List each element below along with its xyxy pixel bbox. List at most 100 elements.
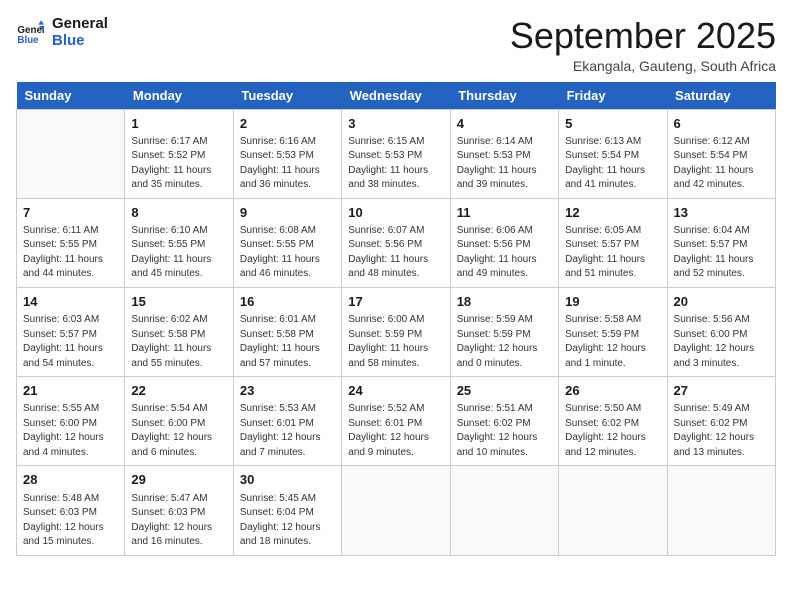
day-number: 3	[348, 115, 443, 133]
calendar-header: SundayMondayTuesdayWednesdayThursdayFrid…	[17, 82, 776, 110]
header-day-thursday: Thursday	[450, 82, 558, 110]
calendar-cell	[17, 109, 125, 198]
calendar-cell: 7 Sunrise: 6:11 AMSunset: 5:55 PMDaylight…	[17, 198, 125, 287]
day-info: Sunrise: 6:01 AMSunset: 5:58 PMDaylight:…	[240, 313, 335, 371]
day-number: 15	[131, 293, 226, 311]
day-number: 14	[23, 293, 118, 311]
day-info: Sunrise: 6:12 AMSunset: 5:54 PMDaylight:…	[674, 135, 769, 193]
day-number: 24	[348, 382, 443, 400]
day-number: 11	[457, 204, 552, 222]
day-info: Sunrise: 6:13 AMSunset: 5:54 PMDaylight:…	[565, 135, 660, 193]
day-info: Sunrise: 6:10 AMSunset: 5:55 PMDaylight:…	[131, 224, 226, 282]
day-info: Sunrise: 6:07 AMSunset: 5:56 PMDaylight:…	[348, 224, 443, 282]
calendar-cell: 23Sunrise: 5:53 AMSunset: 6:01 PMDayligh…	[233, 377, 341, 466]
calendar-cell: 8 Sunrise: 6:10 AMSunset: 5:55 PMDaylight…	[125, 198, 233, 287]
day-number: 21	[23, 382, 118, 400]
location-subtitle: Ekangala, Gauteng, South Africa	[510, 58, 776, 74]
day-info: Sunrise: 5:47 AMSunset: 6:03 PMDaylight:…	[131, 492, 226, 550]
header-row: SundayMondayTuesdayWednesdayThursdayFrid…	[17, 82, 776, 110]
day-number: 6	[674, 115, 769, 133]
page-header: General Blue General Blue September 2025…	[16, 16, 776, 74]
day-number: 26	[565, 382, 660, 400]
day-info: Sunrise: 6:14 AMSunset: 5:53 PMDaylight:…	[457, 135, 552, 193]
calendar-cell	[559, 466, 667, 555]
calendar-cell: 30 Sunrise: 5:45 AMSunset: 6:04 PMDayligh…	[233, 466, 341, 555]
day-info: Sunrise: 5:58 AMSunset: 5:59 PMDaylight:…	[565, 313, 660, 371]
calendar-cell: 20 Sunrise: 5:56 AMSunset: 6:00 PMDayligh…	[667, 287, 775, 376]
header-day-wednesday: Wednesday	[342, 82, 450, 110]
day-number: 8	[131, 204, 226, 222]
day-number: 20	[674, 293, 769, 311]
title-block: September 2025 Ekangala, Gauteng, South …	[510, 16, 776, 74]
calendar-cell: 9Sunrise: 6:08 AMSunset: 5:55 PMDaylight…	[233, 198, 341, 287]
calendar-table: SundayMondayTuesdayWednesdayThursdayFrid…	[16, 82, 776, 556]
calendar-cell: 13Sunrise: 6:04 AMSunset: 5:57 PMDayligh…	[667, 198, 775, 287]
calendar-cell: 6 Sunrise: 6:12 AMSunset: 5:54 PMDaylight…	[667, 109, 775, 198]
calendar-cell	[667, 466, 775, 555]
calendar-cell: 3 Sunrise: 6:15 AMSunset: 5:53 PMDaylight…	[342, 109, 450, 198]
calendar-cell: 28 Sunrise: 5:48 AMSunset: 6:03 PMDayligh…	[17, 466, 125, 555]
calendar-cell: 16 Sunrise: 6:01 AMSunset: 5:58 PMDayligh…	[233, 287, 341, 376]
day-info: Sunrise: 5:53 AMSunset: 6:01 PMDaylight:…	[240, 402, 335, 460]
calendar-cell: 4 Sunrise: 6:14 AMSunset: 5:53 PMDaylight…	[450, 109, 558, 198]
calendar-cell	[342, 466, 450, 555]
calendar-cell: 2 Sunrise: 6:16 AMSunset: 5:53 PMDaylight…	[233, 109, 341, 198]
day-number: 1	[131, 115, 226, 133]
day-info: Sunrise: 5:45 AMSunset: 6:04 PMDaylight:…	[240, 492, 335, 550]
logo-general: General	[52, 16, 108, 33]
day-info: Sunrise: 6:04 AMSunset: 5:57 PMDaylight:…	[674, 224, 769, 282]
day-info: Sunrise: 5:56 AMSunset: 6:00 PMDaylight:…	[674, 313, 769, 371]
calendar-cell: 24Sunrise: 5:52 AMSunset: 6:01 PMDayligh…	[342, 377, 450, 466]
day-info: Sunrise: 6:02 AMSunset: 5:58 PMDaylight:…	[131, 313, 226, 371]
logo-blue: Blue	[52, 33, 108, 50]
day-info: Sunrise: 6:08 AMSunset: 5:55 PMDaylight:…	[240, 224, 335, 282]
day-number: 2	[240, 115, 335, 133]
calendar-cell: 5 Sunrise: 6:13 AMSunset: 5:54 PMDaylight…	[559, 109, 667, 198]
day-info: Sunrise: 6:00 AMSunset: 5:59 PMDaylight:…	[348, 313, 443, 371]
calendar-cell: 25Sunrise: 5:51 AMSunset: 6:02 PMDayligh…	[450, 377, 558, 466]
day-info: Sunrise: 6:15 AMSunset: 5:53 PMDaylight:…	[348, 135, 443, 193]
day-number: 25	[457, 382, 552, 400]
day-number: 29	[131, 471, 226, 489]
day-info: Sunrise: 6:05 AMSunset: 5:57 PMDaylight:…	[565, 224, 660, 282]
day-number: 10	[348, 204, 443, 222]
day-number: 18	[457, 293, 552, 311]
week-row-1: 1 Sunrise: 6:17 AMSunset: 5:52 PMDaylight…	[17, 109, 776, 198]
day-number: 22	[131, 382, 226, 400]
day-number: 5	[565, 115, 660, 133]
day-info: Sunrise: 5:48 AMSunset: 6:03 PMDaylight:…	[23, 492, 118, 550]
week-row-3: 14Sunrise: 6:03 AMSunset: 5:57 PMDayligh…	[17, 287, 776, 376]
day-number: 17	[348, 293, 443, 311]
week-row-2: 7 Sunrise: 6:11 AMSunset: 5:55 PMDaylight…	[17, 198, 776, 287]
header-day-saturday: Saturday	[667, 82, 775, 110]
day-number: 4	[457, 115, 552, 133]
calendar-cell: 27 Sunrise: 5:49 AMSunset: 6:02 PMDayligh…	[667, 377, 775, 466]
day-number: 16	[240, 293, 335, 311]
day-number: 27	[674, 382, 769, 400]
calendar-cell: 15 Sunrise: 6:02 AMSunset: 5:58 PMDayligh…	[125, 287, 233, 376]
calendar-cell: 1 Sunrise: 6:17 AMSunset: 5:52 PMDaylight…	[125, 109, 233, 198]
day-info: Sunrise: 5:54 AMSunset: 6:00 PMDaylight:…	[131, 402, 226, 460]
day-number: 30	[240, 471, 335, 489]
week-row-5: 28 Sunrise: 5:48 AMSunset: 6:03 PMDayligh…	[17, 466, 776, 555]
day-info: Sunrise: 5:49 AMSunset: 6:02 PMDaylight:…	[674, 402, 769, 460]
day-info: Sunrise: 6:17 AMSunset: 5:52 PMDaylight:…	[131, 135, 226, 193]
svg-text:Blue: Blue	[17, 34, 39, 45]
calendar-cell: 26 Sunrise: 5:50 AMSunset: 6:02 PMDayligh…	[559, 377, 667, 466]
calendar-cell: 21Sunrise: 5:55 AMSunset: 6:00 PMDayligh…	[17, 377, 125, 466]
calendar-cell: 14Sunrise: 6:03 AMSunset: 5:57 PMDayligh…	[17, 287, 125, 376]
week-row-4: 21Sunrise: 5:55 AMSunset: 6:00 PMDayligh…	[17, 377, 776, 466]
day-number: 28	[23, 471, 118, 489]
day-number: 12	[565, 204, 660, 222]
day-info: Sunrise: 5:50 AMSunset: 6:02 PMDaylight:…	[565, 402, 660, 460]
day-number: 7	[23, 204, 118, 222]
header-day-monday: Monday	[125, 82, 233, 110]
day-info: Sunrise: 6:16 AMSunset: 5:53 PMDaylight:…	[240, 135, 335, 193]
calendar-cell: 29 Sunrise: 5:47 AMSunset: 6:03 PMDayligh…	[125, 466, 233, 555]
calendar-cell	[450, 466, 558, 555]
calendar-cell: 11Sunrise: 6:06 AMSunset: 5:56 PMDayligh…	[450, 198, 558, 287]
day-info: Sunrise: 6:11 AMSunset: 5:55 PMDaylight:…	[23, 224, 118, 282]
calendar-cell: 17 Sunrise: 6:00 AMSunset: 5:59 PMDayligh…	[342, 287, 450, 376]
header-day-friday: Friday	[559, 82, 667, 110]
calendar-cell: 12 Sunrise: 6:05 AMSunset: 5:57 PMDayligh…	[559, 198, 667, 287]
